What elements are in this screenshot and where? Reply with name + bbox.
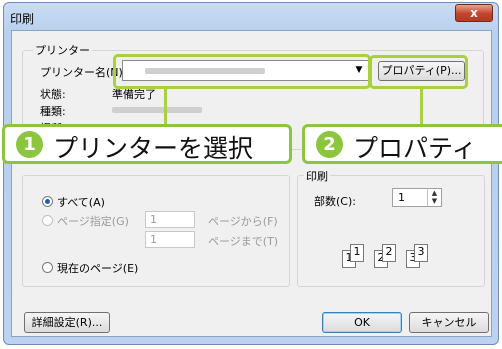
page-from-value: 1 — [150, 213, 157, 226]
copies-count-input[interactable]: 1 ▲ ▼ — [392, 188, 442, 207]
page-select-radio[interactable] — [42, 215, 53, 226]
close-button[interactable]: x — [455, 4, 493, 22]
copies-count-value: 1 — [398, 191, 405, 204]
advanced-settings-button[interactable]: 詳細設定(R)... — [24, 312, 110, 333]
copies-count-label: 部数(C): — [314, 195, 356, 208]
current-page-label: 現在のページ(E) — [57, 262, 139, 275]
all-pages-label: すべて(A) — [57, 196, 105, 209]
spin-updown-icon[interactable]: ▲ ▼ — [427, 189, 441, 206]
callout-connector-2 — [420, 88, 423, 124]
type-value — [112, 107, 202, 113]
page-select-label: ページ指定(G) — [57, 215, 129, 228]
callout-connector-1 — [164, 88, 167, 124]
page-to-value: 1 — [150, 233, 157, 246]
current-page-radio[interactable] — [42, 262, 53, 273]
printer-name-highlight — [113, 54, 371, 89]
copies-group-label: 印刷 — [304, 168, 330, 184]
collate-pages-icon: 1 1 2 2 3 3 — [342, 244, 432, 270]
callout-select-printer: 1 プリンターを選択 — [2, 124, 292, 164]
cancel-button[interactable]: キャンセル — [409, 312, 489, 333]
type-label: 種類: — [40, 105, 66, 118]
page-from-input[interactable]: 1 — [145, 211, 195, 228]
copies-group — [297, 175, 485, 287]
callout-properties: 2 プロパティ — [302, 124, 502, 164]
status-label: 状態: — [40, 88, 66, 101]
ok-button[interactable]: OK — [322, 312, 402, 333]
callout-text-1: プリンターを選択 — [53, 134, 254, 163]
page-to-input[interactable]: 1 — [145, 231, 195, 248]
properties-highlight — [369, 55, 468, 89]
printer-group-label: プリンター — [33, 42, 92, 58]
window-title: 印刷 — [10, 12, 35, 26]
callout-number-1: 1 — [16, 131, 43, 158]
callout-text-2: プロパティ — [353, 134, 477, 163]
callout-number-2: 2 — [316, 131, 343, 158]
page-to-label: ページまで(T) — [208, 235, 279, 248]
page-from-label: ページから(F) — [208, 215, 278, 228]
all-pages-radio[interactable] — [42, 196, 53, 207]
